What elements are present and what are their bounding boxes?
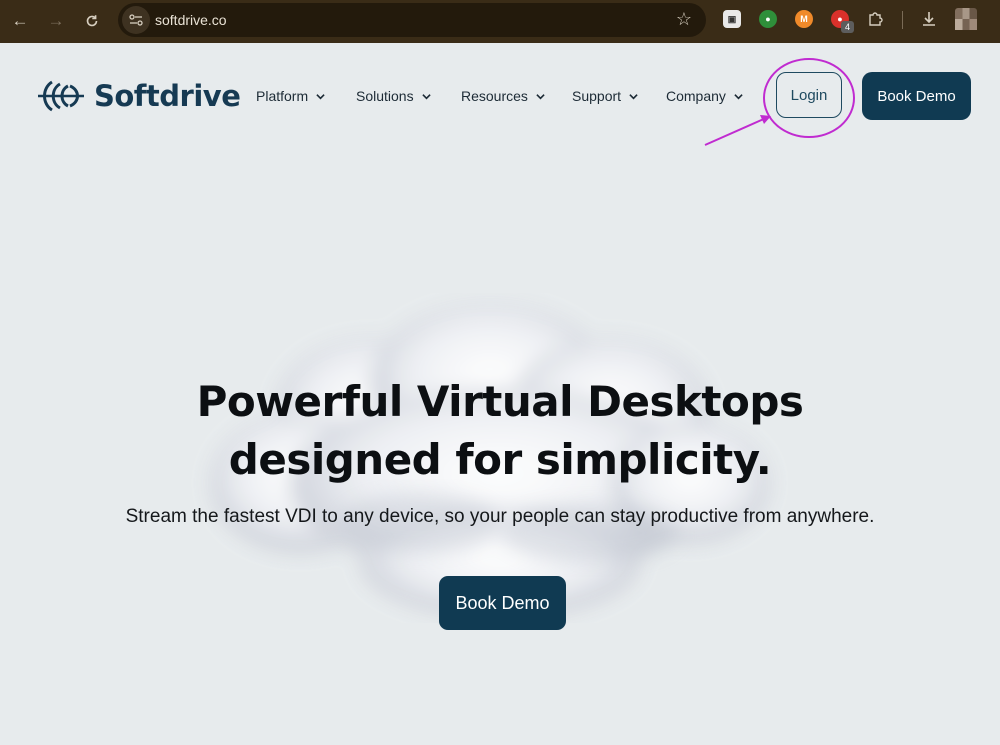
extension-badge: 4 [841, 21, 854, 33]
login-button[interactable]: Login [776, 72, 842, 118]
nav-resources-label: Resources [461, 88, 528, 104]
chevron-down-icon [421, 93, 431, 99]
brand-logo[interactable]: Softdrive [38, 79, 241, 113]
nav-company-label: Company [666, 88, 726, 104]
browser-toolbar: ← → softdrive.co ☆ ▣ ● M ● 4 [0, 0, 1000, 43]
chevron-down-icon [629, 93, 638, 99]
hero-subtitle: Stream the fastest VDI to any device, so… [125, 506, 875, 527]
webpage: Softdrive Platform Solutions Resources S… [0, 43, 1000, 745]
toolbar-divider [902, 11, 903, 29]
nav-solutions[interactable]: Solutions [356, 88, 431, 104]
orange-extension-icon[interactable]: M [795, 10, 813, 28]
nav-support-label: Support [572, 88, 622, 104]
nav-resources[interactable]: Resources [461, 88, 545, 104]
site-settings-icon[interactable] [122, 6, 150, 34]
hero-title-line-2: designed for simplicity. [228, 435, 772, 484]
chevron-down-icon [536, 93, 545, 99]
green-extension-icon[interactable]: ● [759, 10, 777, 28]
nav-solutions-label: Solutions [356, 88, 414, 104]
hero-title-line-1: Powerful Virtual Desktops [196, 377, 804, 426]
back-icon[interactable]: ← [8, 9, 32, 33]
softdrive-logo-icon [38, 80, 84, 112]
url-text[interactable]: softdrive.co [155, 12, 227, 28]
nav-company[interactable]: Company [666, 88, 743, 104]
download-icon[interactable] [920, 10, 938, 28]
address-bar[interactable]: softdrive.co ☆ [118, 3, 706, 37]
chevron-down-icon [316, 93, 325, 99]
extensions-puzzle-icon[interactable] [867, 10, 885, 28]
header-book-demo-button[interactable]: Book Demo [862, 72, 971, 120]
bookmark-star-icon[interactable]: ☆ [676, 9, 692, 30]
nav-platform-label: Platform [256, 88, 309, 104]
bitwarden-extension-icon[interactable]: ▣ [723, 10, 741, 28]
hero-book-demo-button[interactable]: Book Demo [439, 576, 566, 630]
profile-avatar[interactable] [955, 8, 977, 30]
nav-support[interactable]: Support [572, 88, 638, 104]
nav-platform[interactable]: Platform [256, 88, 325, 104]
chevron-down-icon [734, 93, 743, 99]
forward-icon[interactable]: → [44, 9, 68, 33]
reload-icon[interactable] [80, 9, 104, 33]
brand-name: Softdrive [94, 79, 241, 113]
hero-title: Powerful Virtual Desktops designed for s… [0, 373, 1000, 489]
